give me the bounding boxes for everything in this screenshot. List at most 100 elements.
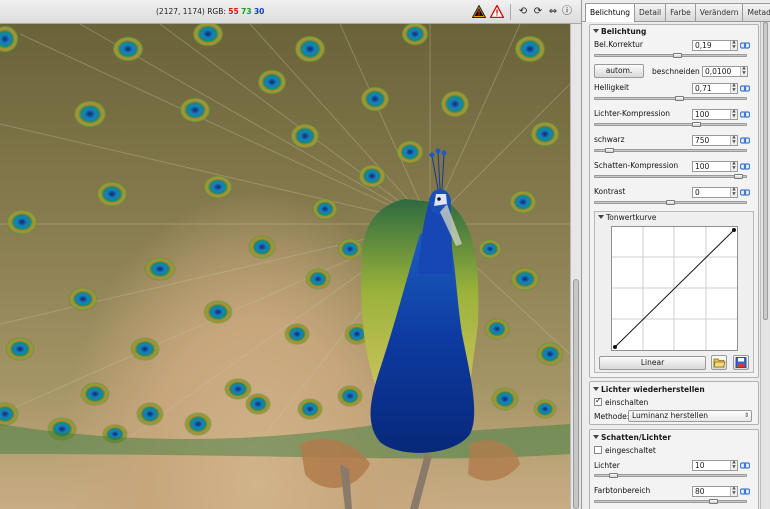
- link-icon[interactable]: [740, 162, 750, 171]
- rotate-right-icon[interactable]: ⟳: [532, 5, 544, 18]
- slider-knob[interactable]: [709, 499, 718, 504]
- tab-belichtung[interactable]: Belichtung: [585, 3, 636, 22]
- panel-scrollbar[interactable]: [760, 22, 770, 509]
- brightness-label: Helligkeit: [594, 83, 629, 92]
- shadow-compression-input[interactable]: 100 ▲ ▼: [692, 161, 738, 172]
- highlight-recovery-title: Lichter wiederherstellen: [601, 385, 705, 394]
- tab-farbe[interactable]: Farbe: [665, 3, 696, 21]
- shadow-compression-slider[interactable]: [594, 174, 747, 179]
- black-input[interactable]: 750 ▲ ▼: [692, 135, 738, 146]
- spin-arrows-icon[interactable]: ▲ ▼: [740, 66, 747, 76]
- link-icon[interactable]: [740, 461, 750, 470]
- slider-knob[interactable]: [692, 122, 701, 127]
- tab-veraendern[interactable]: Verändern: [694, 3, 744, 21]
- tone-curve-graph[interactable]: [611, 226, 738, 351]
- spin-arrows-icon[interactable]: ▲ ▼: [730, 135, 737, 145]
- shadow-compression-label: Schatten-Kompression: [594, 161, 679, 170]
- warning-outline-icon[interactable]: [490, 5, 504, 18]
- highlight-recovery-section: Lichter wiederherstellen einschalten Met…: [589, 381, 759, 425]
- lichter-slider[interactable]: [594, 473, 747, 478]
- slider-knob[interactable]: [734, 174, 743, 179]
- save-curve-button[interactable]: [733, 355, 749, 370]
- lichter-value: 10: [695, 461, 705, 470]
- method-value: Luminanz herstellen: [632, 411, 709, 420]
- shadows-enable-label: eingeschaltet: [605, 446, 656, 455]
- auto-levels-button[interactable]: autom.: [594, 64, 644, 78]
- folder-open-icon: [713, 358, 726, 368]
- brightness-value: 0,71: [695, 84, 712, 93]
- slider-knob[interactable]: [673, 53, 682, 58]
- link-icon[interactable]: [740, 136, 750, 145]
- canvas-scrollbar[interactable]: [570, 24, 581, 509]
- exposure-title: Belichtung: [601, 27, 647, 36]
- curve-point: [732, 228, 736, 232]
- exposure-header[interactable]: Belichtung: [590, 26, 758, 37]
- panel-scroll-thumb[interactable]: [763, 22, 768, 320]
- highlight-recovery-header[interactable]: Lichter wiederherstellen: [590, 384, 758, 395]
- slider-knob[interactable]: [675, 96, 684, 101]
- link-icon[interactable]: [740, 41, 750, 50]
- exposure-comp-input[interactable]: 0,19 ▲ ▼: [692, 40, 738, 51]
- shadows-enable-checkbox[interactable]: [594, 446, 602, 454]
- contrast-input[interactable]: 0 ▲ ▼: [692, 187, 738, 198]
- link-icon[interactable]: [740, 188, 750, 197]
- info-icon[interactable]: ⓘ: [561, 5, 573, 18]
- clip-input[interactable]: 0,0100 ▲ ▼: [702, 66, 748, 77]
- rotate-left-icon[interactable]: ⟲: [517, 5, 529, 18]
- select-arrows-icon: ⇕: [743, 412, 749, 419]
- canvas-scroll-thumb[interactable]: [573, 279, 579, 509]
- toolbar-separator: [510, 4, 511, 20]
- tonal-range-label: Farbtonbereich: [594, 486, 651, 495]
- highlight-compression-label: Lichter-Kompression: [594, 109, 670, 118]
- spin-arrows-icon[interactable]: ▲ ▼: [730, 161, 737, 171]
- spin-arrows-icon[interactable]: ▲ ▼: [730, 83, 737, 93]
- shadow-compression-value: 100: [695, 162, 710, 171]
- warning-triangle-icon[interactable]: [472, 5, 486, 18]
- tab-metadata[interactable]: Metadata: [742, 3, 770, 21]
- tonal-range-value: 80: [695, 487, 705, 496]
- spin-arrows-icon[interactable]: ▲ ▼: [730, 40, 737, 50]
- method-select[interactable]: Luminanz herstellen ⇕: [628, 410, 752, 422]
- highlight-enable-checkbox[interactable]: [594, 396, 602, 406]
- tone-curve-section: Tonwertkurve Linear: [594, 211, 754, 373]
- flip-icon[interactable]: ⇔: [547, 5, 559, 18]
- pixel-readout: (2127, 1174) RGB: 55 73 30: [156, 7, 264, 16]
- spin-arrows-icon[interactable]: ▲ ▼: [730, 460, 737, 470]
- highlight-compression-input[interactable]: 100 ▲ ▼: [692, 109, 738, 120]
- coords-text: (2127, 1174): [156, 7, 205, 16]
- exposure-comp-slider[interactable]: [594, 53, 747, 58]
- spin-arrows-icon[interactable]: ▲ ▼: [730, 109, 737, 119]
- curve-point: [613, 345, 617, 349]
- slider-knob[interactable]: [609, 473, 618, 478]
- tonal-range-input[interactable]: 80 ▲ ▼: [692, 486, 738, 497]
- black-slider[interactable]: [594, 148, 747, 153]
- brightness-slider[interactable]: [594, 96, 747, 101]
- highlight-compression-slider[interactable]: [594, 122, 747, 127]
- shadows-highlights-header[interactable]: Schatten/Lichter: [590, 432, 758, 443]
- clip-value: 0,0100: [705, 67, 732, 76]
- peacock-photo: [0, 24, 570, 509]
- tab-detail[interactable]: Detail: [634, 3, 667, 21]
- link-icon[interactable]: [740, 84, 750, 93]
- panel-tabs: Belichtung Detail Farbe Verändern Metada…: [585, 3, 770, 22]
- lichter-input[interactable]: 10 ▲ ▼: [692, 460, 738, 471]
- slider-knob[interactable]: [605, 148, 614, 153]
- slider-knob[interactable]: [666, 200, 675, 205]
- load-curve-button[interactable]: [711, 355, 727, 370]
- info-toolbar: (2127, 1174) RGB: 55 73 30 ⟲ ⟳ ⇔ ⓘ: [0, 0, 581, 24]
- rgb-blue: 30: [253, 7, 265, 16]
- save-icon: [735, 357, 747, 368]
- image-canvas[interactable]: [0, 24, 570, 509]
- contrast-slider[interactable]: [594, 200, 747, 205]
- brightness-input[interactable]: 0,71 ▲ ▼: [692, 83, 738, 94]
- link-icon[interactable]: [740, 487, 750, 496]
- tonal-range-slider[interactable]: [594, 499, 747, 504]
- contrast-value: 0: [695, 188, 700, 197]
- spin-arrows-icon[interactable]: ▲ ▼: [730, 187, 737, 197]
- collapse-triangle-icon: [593, 387, 599, 391]
- curve-type-combo[interactable]: Linear: [599, 356, 706, 370]
- collapse-triangle-icon: [593, 29, 599, 33]
- link-icon[interactable]: [740, 110, 750, 119]
- spin-arrows-icon[interactable]: ▲ ▼: [730, 486, 737, 496]
- black-value: 750: [695, 136, 710, 145]
